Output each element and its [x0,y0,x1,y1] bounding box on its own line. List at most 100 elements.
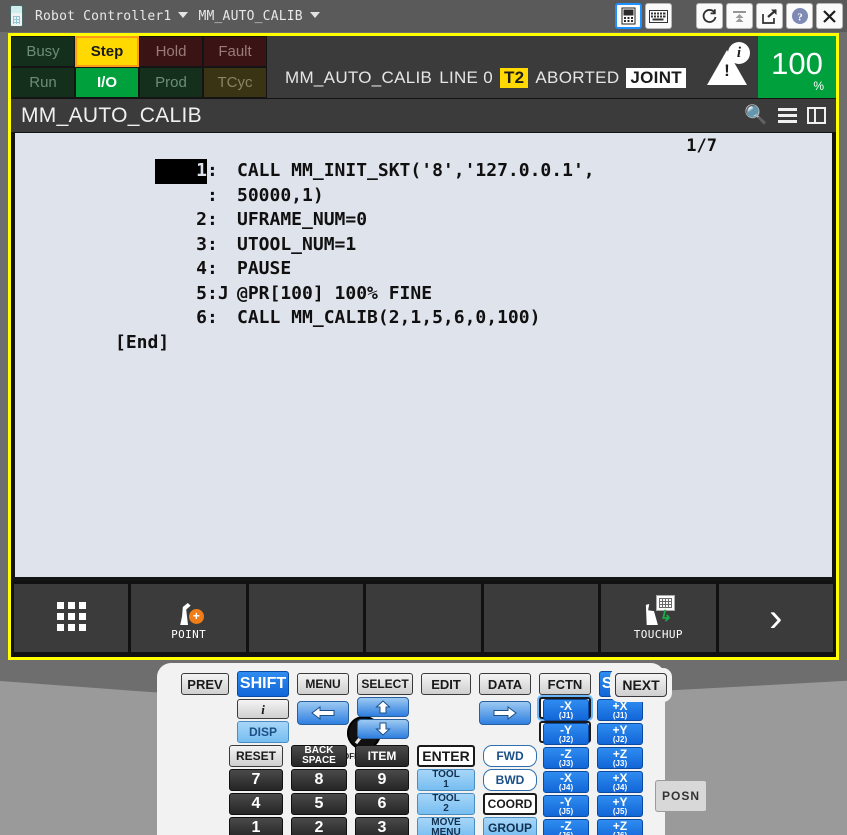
code-line-text: @PR[100] 100% FINE [237,282,433,304]
key-num-3[interactable]: 3 [355,817,409,835]
key-bwd[interactable]: BWD [483,769,537,791]
key-jog-plus-z-j3[interactable]: +Z (J3) [597,747,643,769]
menu-icon[interactable] [778,108,797,123]
controller-dropdown-caret-icon[interactable] [178,12,189,18]
jog-sub: (J4) [612,783,628,792]
collapse-icon[interactable] [726,3,753,29]
zoom-in-icon[interactable]: 🔍 [744,106,768,125]
key-coord[interactable]: COORD [483,793,537,815]
key-next[interactable]: NEXT [615,673,667,697]
code-line[interactable]: 1 : CALL MM_INIT_SKT('8','127.0.0.1', [155,159,832,184]
code-line-text: CALL MM_INIT_SKT('8','127.0.0.1', [237,160,595,181]
key-arrow-down[interactable] [357,719,409,739]
key-jog-minus-z-j3[interactable]: -Z (J3) [543,747,589,769]
key-tool-2[interactable]: TOOL 2 [417,793,475,815]
key-jog-plus-x-j4[interactable]: +X (J4) [597,771,643,793]
key-num-6[interactable]: 6 [355,793,409,815]
key-jog-plus-x-j1[interactable]: +X (J1) [597,699,643,721]
fkey-5[interactable] [483,584,599,652]
fkey-touchup[interactable]: ↳ TOUCHUP [601,584,716,652]
status-led-fault[interactable]: Fault [203,36,267,67]
key-jog-minus-x-j1[interactable]: -X (J1) [543,699,589,721]
code-line-text: UFRAME_NUM=0 [237,209,368,230]
arrow-right-icon [493,706,517,720]
key-select[interactable]: SELECT [357,673,413,695]
program-dropdown-caret-icon[interactable] [309,12,320,18]
code-line-number [155,184,207,209]
code-line[interactable]: : 50000,1) [155,184,832,209]
status-program-name: MM_AUTO_CALIB [285,68,433,87]
keyboard-view-icon[interactable] [645,3,672,29]
key-jog-plus-z-j6[interactable]: +Z(J6) [597,819,643,835]
status-led-step[interactable]: Step [75,36,139,67]
speed-override-value: 100 [771,45,823,81]
key-tool-1[interactable]: TOOL 1 [417,769,475,791]
key-arrow-up[interactable] [357,697,409,717]
pendant-keypad-area: OFF ON PREV SHIFT MENU SELECT EDIT DATA … [0,660,847,835]
key-backspace[interactable]: BACK SPACE [291,745,347,767]
code-end-marker: [End] [115,331,170,353]
key-menu[interactable]: MENU [297,673,349,695]
key-edit[interactable]: EDIT [421,673,471,695]
key-info[interactable]: i [237,699,289,719]
code-line[interactable]: 2 : UFRAME_NUM=0 [155,208,832,233]
key-fwd[interactable]: FWD [483,745,537,767]
key-num-9[interactable]: 9 [355,769,409,791]
code-line[interactable]: 5 :J @PR[100] 100% FINE [155,282,832,307]
jog-sub: (J4) [558,783,574,792]
titlebar-button-group: ? [615,3,843,29]
status-led-prod[interactable]: Prod [139,67,203,98]
fkey-point[interactable]: + POINT [131,584,246,652]
status-led-tcyc[interactable]: TCyc [203,67,267,98]
key-num-7[interactable]: 7 [229,769,283,791]
key-shift-left[interactable]: SHIFT [237,671,289,697]
key-reset[interactable]: RESET [229,745,283,767]
key-move-menu[interactable]: MOVE MENU [417,817,475,835]
key-arrow-right[interactable] [479,701,531,725]
key-num-1[interactable]: 1 [229,817,283,835]
key-item[interactable]: ITEM [355,745,409,767]
fkey-3[interactable] [248,584,364,652]
program-code-area[interactable]: 1/7 1 : CALL MM_INIT_SKT('8','127.0.0.1'… [15,133,832,577]
status-mode-badge: T2 [499,68,529,88]
fkey-4[interactable] [366,584,481,652]
key-prev[interactable]: PREV [181,673,229,695]
key-jog-plus-y-j2[interactable]: +Y (J2) [597,723,643,745]
warning-info-icon[interactable]: i [696,36,758,98]
key-disp[interactable]: DISP [237,721,289,743]
key-num-8[interactable]: 8 [291,769,347,791]
key-jog-minus-y-j5[interactable]: -Y (J5) [543,795,589,817]
key-data[interactable]: DATA [479,673,531,695]
key-tool2-label-2: 2 [443,803,449,814]
popout-icon[interactable] [756,3,783,29]
fkey-grid[interactable] [14,584,129,652]
key-enter[interactable]: ENTER [417,745,475,767]
function-key-bar: + POINT ↳ TOUCHUP › [11,581,836,657]
pendant-screen-frame: Busy Step Hold Fault Run I/O Prod TCyc M… [8,33,839,660]
code-line[interactable]: 4 : PAUSE [155,257,832,282]
refresh-icon[interactable] [696,3,723,29]
status-led-busy[interactable]: Busy [11,36,75,67]
status-led-io[interactable]: I/O [75,67,139,98]
status-led-run[interactable]: Run [11,67,75,98]
code-line[interactable]: 3 : UTOOL_NUM=1 [155,233,832,258]
split-view-icon[interactable] [807,107,826,124]
key-num-5[interactable]: 5 [291,793,347,815]
key-jog-minus-x-j4[interactable]: -X (J4) [543,771,589,793]
key-arrow-left[interactable] [297,701,349,725]
code-line[interactable]: 6 : CALL MM_CALIB(2,1,5,6,0,100) [155,306,832,331]
pendant-view-icon[interactable] [615,3,642,29]
status-led-hold[interactable]: Hold [139,36,203,67]
key-jog-minus-z-j6[interactable]: -Z(J6) [543,819,589,835]
key-fctn[interactable]: FCTN [539,673,591,695]
help-icon[interactable]: ? [786,3,813,29]
key-group[interactable]: GROUP [483,817,537,835]
key-jog-plus-y-j5[interactable]: +Y (J5) [597,795,643,817]
close-icon[interactable] [816,3,843,29]
fkey-next[interactable]: › [718,584,833,652]
key-jog-minus-y-j2[interactable]: -Y (J2) [543,723,589,745]
key-num-2[interactable]: 2 [291,817,347,835]
speed-override-display[interactable]: 100 % [758,36,836,98]
key-posn[interactable]: POSN [655,780,707,812]
key-num-4[interactable]: 4 [229,793,283,815]
